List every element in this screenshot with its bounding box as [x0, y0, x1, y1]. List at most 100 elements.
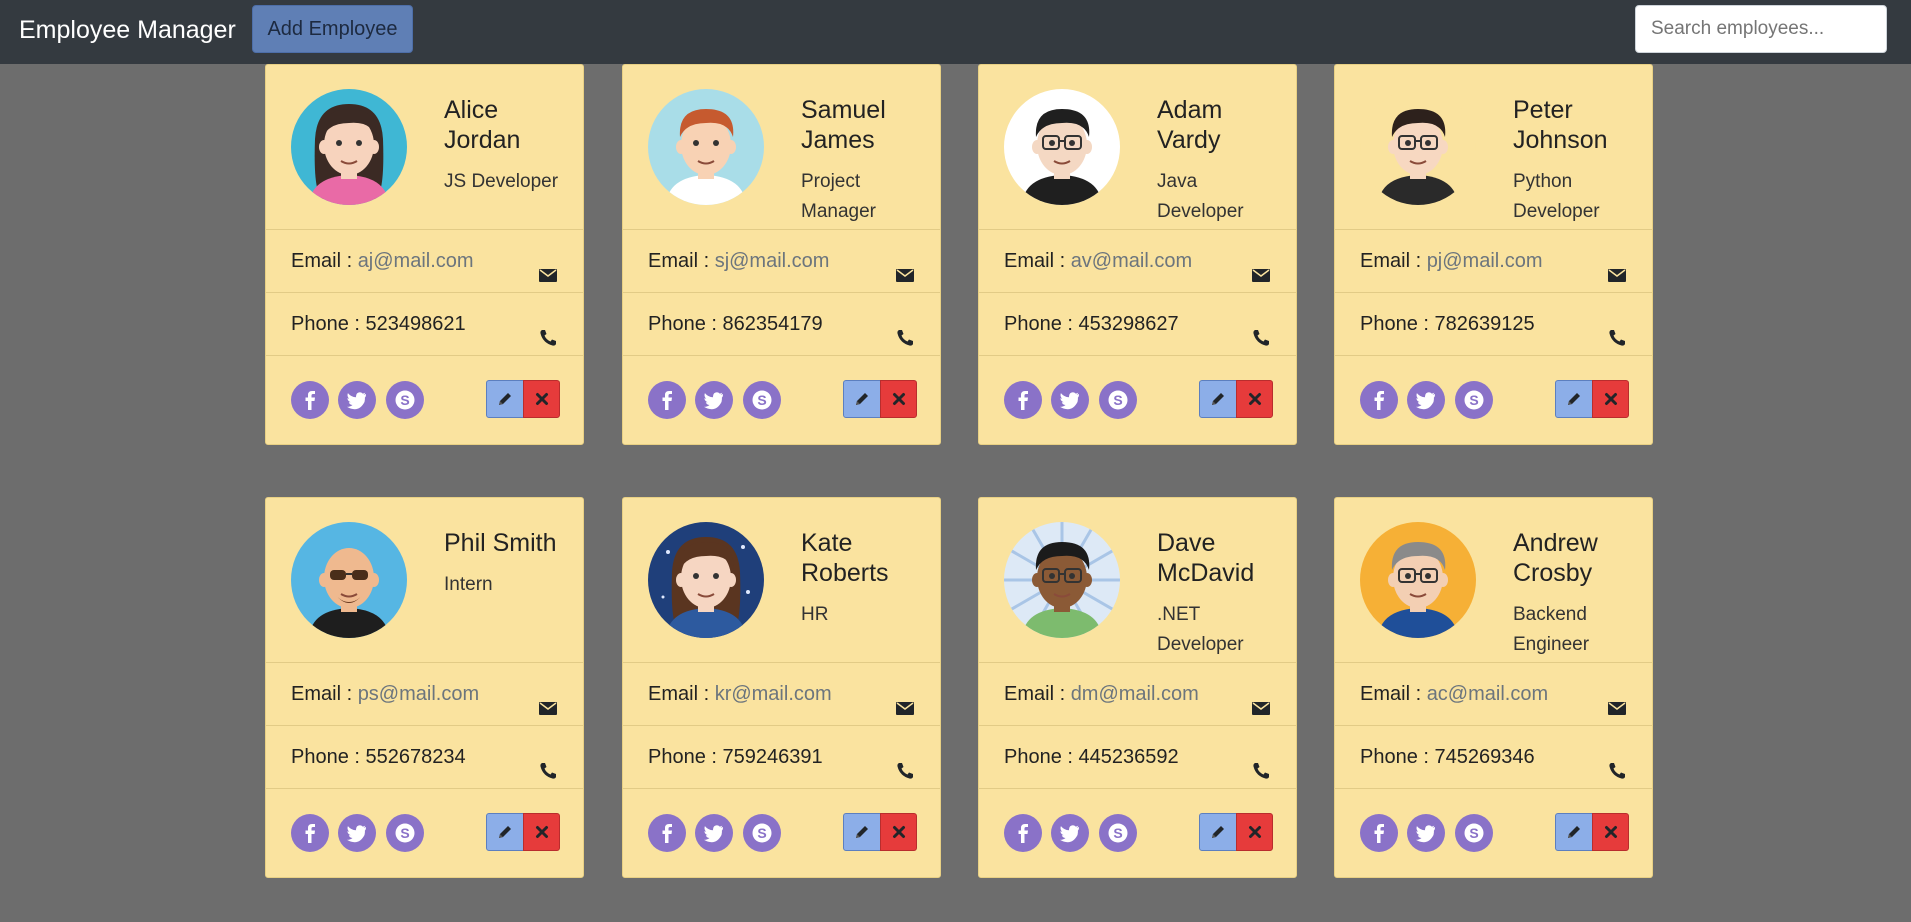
edit-button[interactable] [843, 380, 881, 418]
edit-button[interactable] [1199, 380, 1237, 418]
edit-button[interactable] [1555, 380, 1593, 418]
twitter-icon[interactable] [1051, 814, 1089, 852]
card-footer: S [266, 789, 583, 877]
skype-icon[interactable]: S [743, 814, 781, 852]
skype-icon[interactable]: S [386, 814, 424, 852]
twitter-icon[interactable] [1051, 381, 1089, 419]
employee-card: Andrew Crosby Backend Engineer Email : ac@ma… [1334, 497, 1653, 878]
search-input[interactable] [1635, 5, 1887, 53]
phone-icon[interactable] [1251, 311, 1271, 346]
skype-icon[interactable]: S [1455, 814, 1493, 852]
envelope-icon[interactable] [538, 681, 558, 715]
email-value: aj@mail.com [357, 250, 474, 272]
edit-button[interactable] [843, 813, 881, 851]
avatar [1004, 522, 1120, 638]
card-header: Adam Vardy Java Developer [979, 65, 1296, 230]
delete-button[interactable] [880, 813, 917, 851]
phone-icon[interactable] [1607, 311, 1627, 346]
delete-button[interactable] [880, 380, 917, 418]
edit-button[interactable] [486, 813, 524, 851]
facebook-icon[interactable] [648, 814, 686, 852]
skype-icon[interactable]: S [386, 381, 424, 419]
avatar [291, 522, 407, 638]
facebook-icon[interactable] [648, 381, 686, 419]
employee-name-line2: Johnson [1513, 126, 1608, 154]
twitter-icon[interactable] [338, 381, 376, 419]
skype-icon[interactable]: S [1099, 381, 1137, 419]
phone-value: 523498621 [365, 313, 466, 335]
employee-role: JS Developer [444, 167, 571, 197]
email-row: Email : sj@mail.com [623, 230, 940, 293]
phone-value: 745269346 [1434, 746, 1535, 768]
card-header: Andrew Crosby Backend Engineer [1335, 498, 1652, 663]
delete-button[interactable] [1236, 380, 1273, 418]
phone-icon[interactable] [1251, 744, 1271, 779]
facebook-icon[interactable] [1360, 381, 1398, 419]
employee-name-line1: Dave [1157, 529, 1216, 557]
facebook-icon[interactable] [1360, 814, 1398, 852]
card-footer: S [623, 356, 940, 444]
employee-name-line1: Alice [444, 96, 499, 124]
email-value: pj@mail.com [1426, 250, 1543, 272]
email-label: Email : [1360, 250, 1427, 272]
delete-button[interactable] [523, 380, 560, 418]
app-brand[interactable]: Employee Manager [19, 14, 236, 46]
avatar [1360, 89, 1476, 205]
phone-label: Phone : [291, 746, 366, 768]
email-value: ac@mail.com [1426, 683, 1549, 705]
facebook-icon[interactable] [291, 381, 329, 419]
phone-icon[interactable] [1607, 744, 1627, 779]
facebook-icon[interactable] [1004, 814, 1042, 852]
phone-value: 445236592 [1078, 746, 1179, 768]
employee-role-line2: Developer [1513, 201, 1600, 222]
envelope-icon[interactable] [1607, 681, 1627, 715]
envelope-icon[interactable] [895, 681, 915, 715]
delete-button[interactable] [1592, 380, 1629, 418]
skype-icon[interactable]: S [743, 381, 781, 419]
delete-button[interactable] [1236, 813, 1273, 851]
phone-icon[interactable] [538, 744, 558, 779]
envelope-icon[interactable] [1251, 681, 1271, 715]
employee-role-line1: Python [1513, 171, 1573, 192]
skype-icon[interactable]: S [1099, 814, 1137, 852]
employee-role-line1: JS Developer [444, 171, 559, 192]
phone-icon[interactable] [895, 311, 915, 346]
add-employee-button[interactable]: Add Employee [252, 5, 413, 53]
twitter-icon[interactable] [695, 381, 733, 419]
svg-text:S: S [1113, 825, 1122, 841]
employee-info: Samuel James Project Manager [801, 95, 928, 227]
envelope-icon[interactable] [538, 248, 558, 282]
edit-button[interactable] [486, 380, 524, 418]
envelope-icon[interactable] [1607, 248, 1627, 282]
email-row: Email : av@mail.com [979, 230, 1296, 293]
phone-value: 759246391 [722, 746, 823, 768]
facebook-icon[interactable] [291, 814, 329, 852]
svg-text:S: S [757, 392, 766, 408]
phone-value: 453298627 [1078, 313, 1179, 335]
svg-text:S: S [400, 392, 409, 408]
delete-button[interactable] [523, 813, 560, 851]
employee-name-line1: Andrew [1513, 529, 1598, 557]
twitter-icon[interactable] [1407, 814, 1445, 852]
twitter-icon[interactable] [338, 814, 376, 852]
twitter-icon[interactable] [1407, 381, 1445, 419]
envelope-icon[interactable] [895, 248, 915, 282]
delete-button[interactable] [1592, 813, 1629, 851]
svg-text:S: S [1113, 392, 1122, 408]
edit-button[interactable] [1555, 813, 1593, 851]
employee-name-line1: Samuel [801, 96, 886, 124]
employee-role: Backend Engineer [1513, 600, 1640, 660]
envelope-icon[interactable] [1251, 248, 1271, 282]
twitter-icon[interactable] [695, 814, 733, 852]
employee-role: Python Developer [1513, 167, 1640, 227]
employee-name: Dave McDavid [1157, 528, 1284, 588]
phone-icon[interactable] [538, 311, 558, 346]
email-value: ps@mail.com [357, 683, 480, 705]
facebook-icon[interactable] [1004, 381, 1042, 419]
edit-button[interactable] [1199, 813, 1237, 851]
card-footer: S [1335, 789, 1652, 877]
skype-icon[interactable]: S [1455, 381, 1493, 419]
phone-icon[interactable] [895, 744, 915, 779]
employee-name: Alice Jordan [444, 95, 571, 155]
phone-row: Phone : 745269346 [1335, 726, 1652, 789]
